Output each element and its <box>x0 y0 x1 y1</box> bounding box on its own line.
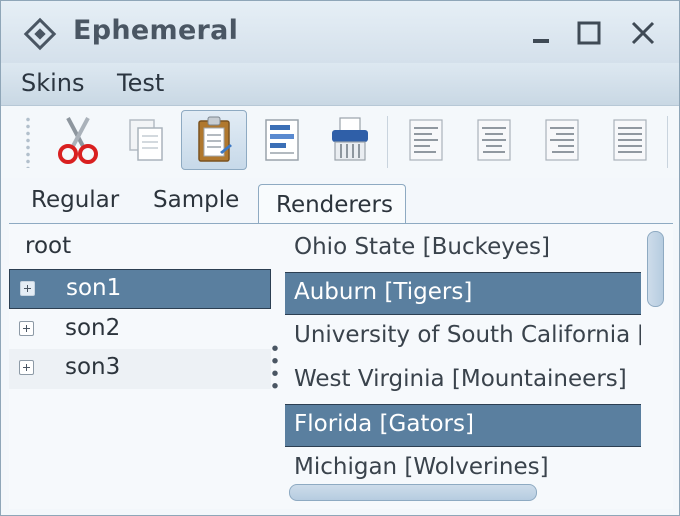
window-title: Ephemeral <box>73 15 239 46</box>
align-right-icon <box>545 119 579 161</box>
tab-sample[interactable]: Sample <box>153 187 239 213</box>
align-justify-button[interactable] <box>597 110 663 170</box>
list-item[interactable]: Ohio State [Buckeyes] <box>285 228 641 271</box>
vertical-scrollbar-thumb[interactable] <box>647 231 664 307</box>
tree-node-label: son3 <box>65 354 121 380</box>
tree-node-root[interactable]: root <box>9 228 271 268</box>
expand-icon[interactable] <box>20 281 35 296</box>
tab-strip: Regular Sample Renderers <box>9 181 673 225</box>
shredder-icon <box>332 117 368 161</box>
menu-bar: Skins Test <box>1 63 679 106</box>
list-item[interactable]: University of South California [Trojans] <box>285 316 641 359</box>
paste-icon <box>198 116 232 162</box>
tree-node-label: son2 <box>65 315 121 341</box>
expand-icon[interactable] <box>19 321 34 336</box>
title-bar[interactable]: Ephemeral <box>1 1 679 63</box>
tree-node-label: root <box>25 233 72 259</box>
tree-node-son2[interactable]: son2 <box>9 310 271 350</box>
app-window: Ephemeral Skins Test Regular Sample Rend… <box>0 0 680 516</box>
copy-button[interactable] <box>113 110 179 170</box>
menu-test[interactable]: Test <box>117 69 164 97</box>
cut-button[interactable] <box>45 110 111 170</box>
shredder-button[interactable] <box>317 110 383 170</box>
toolbar-separator <box>387 116 388 168</box>
align-center-icon <box>477 119 511 161</box>
expand-icon[interactable] <box>19 360 34 375</box>
paste-button[interactable] <box>181 110 247 170</box>
tab-renderers[interactable]: Renderers <box>258 184 406 224</box>
align-left-button[interactable] <box>393 110 459 170</box>
horizontal-scrollbar-thumb[interactable] <box>289 484 537 501</box>
align-center-button[interactable] <box>461 110 527 170</box>
list-item[interactable]: Auburn [Tigers] <box>285 272 641 315</box>
copy-icon <box>129 119 163 161</box>
list-item[interactable]: Florida [Gators] <box>285 404 641 447</box>
align-justify-icon <box>613 119 647 161</box>
tree-node-son1[interactable]: son1 <box>9 269 271 309</box>
menu-skins[interactable]: Skins <box>21 69 85 97</box>
list-item[interactable]: West Virginia [Mountaineers] <box>285 360 641 403</box>
split-pane-divider[interactable] <box>272 342 278 392</box>
list-item[interactable]: Michigan [Wolverines] <box>285 448 641 482</box>
tab-regular[interactable]: Regular <box>31 187 119 213</box>
toolbar-grip[interactable] <box>25 116 31 168</box>
format-icon <box>265 119 299 161</box>
renderers-panel: root son1 son2 son3 Ohio State [Buckeyes… <box>9 224 673 509</box>
diamond-logo-icon <box>23 17 57 51</box>
format-button[interactable] <box>249 110 315 170</box>
toolbar <box>1 106 679 178</box>
tree-node-son3[interactable]: son3 <box>9 349 271 389</box>
tree-view[interactable]: root son1 son2 son3 <box>9 224 271 509</box>
minimize-icon[interactable] <box>523 15 559 51</box>
toolbar-separator <box>667 116 668 168</box>
cut-icon <box>58 117 98 164</box>
maximize-icon[interactable] <box>571 15 607 51</box>
align-left-icon <box>409 119 443 161</box>
align-right-button[interactable] <box>529 110 595 170</box>
close-icon[interactable] <box>625 15 661 51</box>
tree-node-label: son1 <box>66 275 122 301</box>
team-list[interactable]: Ohio State [Buckeyes] Auburn [Tigers] Un… <box>285 228 641 482</box>
